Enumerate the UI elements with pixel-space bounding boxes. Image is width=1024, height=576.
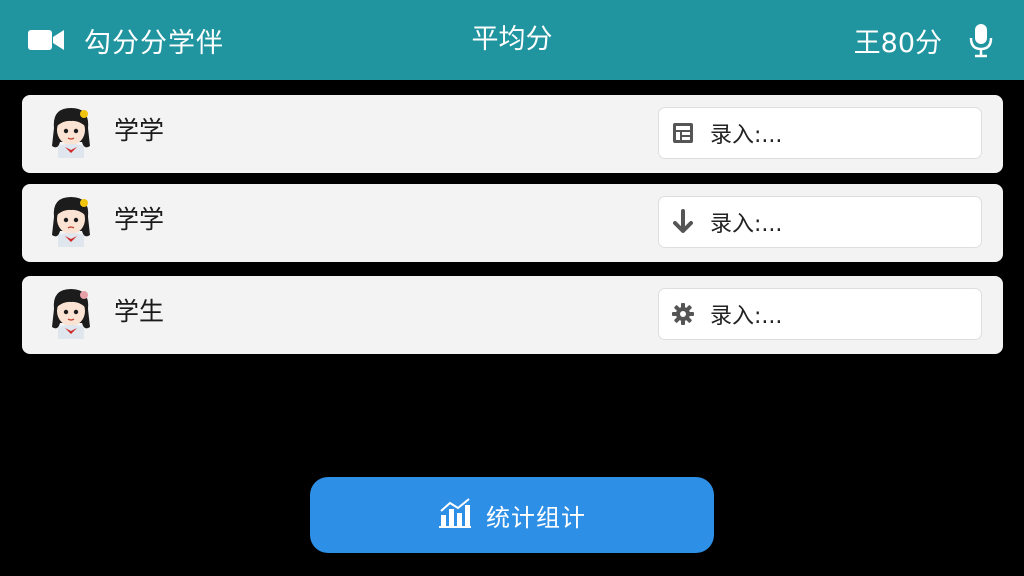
student-name: 学学 [114,116,165,145]
gear-icon [670,301,696,327]
app-title: 勾分分学伴 [84,27,224,59]
score-entry-field[interactable]: 录入:... [658,288,982,340]
student-name: 学学 [114,205,165,234]
chart-icon [438,497,472,533]
student-name: 学生 [114,297,165,326]
top-bar: 勾分分学伴 平均分 王80分 [0,0,1024,80]
student-row: 学学 录入:... [22,95,1003,173]
video-camera-icon[interactable] [26,25,66,55]
entry-placeholder: 录入:... [710,123,783,148]
statistics-button-label: 统计组计 [486,503,586,532]
header-right: 王80分 [854,18,994,62]
download-arrow-icon [670,209,696,235]
header-left: 勾分分学伴 [26,18,224,62]
statistics-button[interactable]: 统计组计 [310,477,714,553]
student-avatar [46,195,96,251]
calculator-icon [670,120,696,146]
score-label: 王80分 [853,27,942,59]
entry-placeholder: 录入:... [710,212,783,237]
score-entry-field[interactable]: 录入:... [658,107,982,159]
student-row: 学学 录入:... [22,184,1003,262]
average-score-title: 平均分 [471,24,553,55]
student-avatar [46,287,96,343]
score-entry-field[interactable]: 录入:... [658,196,982,248]
microphone-icon[interactable] [968,22,994,58]
student-row: 学生 录入:... [22,276,1003,354]
entry-placeholder: 录入:... [710,304,783,329]
student-avatar [46,106,96,162]
